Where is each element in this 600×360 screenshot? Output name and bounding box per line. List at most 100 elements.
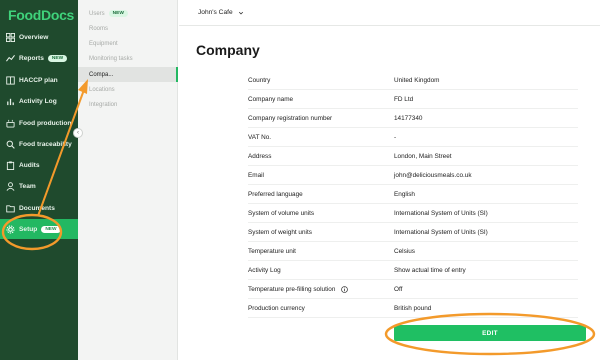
topbar: John's Cafe <box>179 0 600 26</box>
row-divider <box>248 222 578 223</box>
row-divider <box>248 165 578 166</box>
field-label-text: System of weight units <box>248 229 312 236</box>
field-value-temperature-unit: Celsius <box>394 248 415 255</box>
info-icon[interactable] <box>341 286 349 293</box>
folder-icon <box>6 204 15 213</box>
clipboard-icon <box>6 160 15 170</box>
row-divider <box>248 203 578 204</box>
sidebar-item-activity-log[interactable]: Activity Log <box>0 91 78 111</box>
venue-selector[interactable]: John's Cafe <box>198 9 244 16</box>
sidebar-item-label: Audits <box>19 161 40 169</box>
row-divider <box>248 89 578 90</box>
sidebar-item-label: HACCP plan <box>19 76 58 84</box>
subnav-item-users[interactable]: Users NEW <box>78 6 178 21</box>
field-label-text: Country <box>248 77 271 84</box>
subnav-item-locations[interactable]: Locations <box>78 82 178 97</box>
row-divider <box>248 184 578 185</box>
field-value-email: john@deliciousmeals.co.uk <box>394 172 472 179</box>
collapse-sidebar-button[interactable]: ‹ <box>73 128 83 138</box>
field-label-temperature-pre-filling-solution: Temperature pre-filling solution <box>248 286 349 294</box>
chart-icon <box>6 97 15 106</box>
page-title: Company <box>196 42 260 58</box>
sidebar-item-setup[interactable]: Setup NEW <box>0 219 78 239</box>
subnav-item-label: Users <box>89 10 105 17</box>
field-label-temperature-unit: Temperature unit <box>248 248 296 255</box>
sidebar-item-audits[interactable]: Audits <box>0 155 78 175</box>
row-divider <box>248 260 578 261</box>
subnav-item-label: Locations <box>89 86 115 93</box>
field-label-text: Email <box>248 172 264 179</box>
subnav-item-monitoring-tasks[interactable]: Monitoring tasks <box>78 51 178 66</box>
book-icon <box>6 75 15 85</box>
chevron-down-icon <box>238 11 243 14</box>
chevron-left-icon: ‹ <box>77 130 79 136</box>
row-divider <box>248 241 578 242</box>
grid-icon <box>6 32 15 42</box>
sidebar-item-team[interactable]: Team <box>0 176 78 196</box>
sidebar-item-label: Team <box>19 182 36 190</box>
row-divider <box>248 317 578 318</box>
subnav-item-equipment[interactable]: Equipment <box>78 36 178 51</box>
subnav-item-label: Integration <box>89 101 118 108</box>
sidebar-item-documents[interactable]: Documents <box>0 198 78 218</box>
new-badge: NEW <box>47 54 68 62</box>
main-sidebar: FoodDocs Overview Reports NEW HACCP plan… <box>0 0 78 360</box>
field-label-text: VAT No. <box>248 134 272 141</box>
sidebar-item-food-production[interactable]: Food production <box>0 113 78 133</box>
field-value-company-name: FD Ltd <box>394 96 414 103</box>
field-label-activity-log: Activity Log <box>248 267 281 274</box>
field-label-text: Activity Log <box>248 267 281 274</box>
setup-subnav: Users NEW Rooms Equipment Monitoring tas… <box>78 0 178 360</box>
field-value-production-currency: British pound <box>394 305 432 312</box>
subnav-item-label: Monitoring tasks <box>89 55 133 62</box>
row-divider <box>248 146 578 147</box>
sidebar-item-label: Food production <box>19 119 72 127</box>
pot-icon <box>6 119 15 128</box>
subnav-item-company[interactable]: Compa... <box>78 67 178 82</box>
field-label-text: Preferred language <box>248 191 303 198</box>
row-divider <box>248 279 578 280</box>
field-value-vat-no: - <box>394 134 397 141</box>
sidebar-item-food-traceability[interactable]: Food traceability <box>0 134 78 154</box>
field-label-company-registration-number: Company registration number <box>248 115 332 122</box>
field-label-vat-no: VAT No. <box>248 134 271 141</box>
sidebar-item-reports[interactable]: Reports NEW <box>0 48 78 68</box>
field-value-company-registration-number: 14177340 <box>394 115 423 122</box>
sidebar-item-label: Food traceability <box>19 140 72 148</box>
new-badge: NEW <box>41 225 61 233</box>
row-divider <box>248 108 578 109</box>
subnav-item-label: Equipment <box>89 40 118 47</box>
sidebar-item-label: Documents <box>19 204 55 212</box>
sidebar-item-label: Setup <box>19 225 38 233</box>
field-value-system-of-volume-units: International System of Units (SI) <box>394 210 488 217</box>
field-label-company-name: Company name <box>248 96 293 103</box>
search-icon <box>6 140 15 149</box>
field-label-country: Country <box>248 77 270 84</box>
field-value-system-of-weight-units: International System of Units (SI) <box>394 229 488 236</box>
field-label-text: Address <box>248 153 272 160</box>
field-label-text: Company registration number <box>248 115 333 122</box>
venue-name: John's Cafe <box>198 9 233 16</box>
subnav-item-integration[interactable]: Integration <box>78 97 178 112</box>
field-label-text: Temperature pre-filling solution <box>248 286 336 294</box>
field-value-temperature-pre-filling-solution: Off <box>394 286 403 293</box>
field-value-country: United Kingdom <box>394 77 440 84</box>
row-divider <box>248 298 578 299</box>
sidebar-item-haccp-plan[interactable]: HACCP plan <box>0 70 78 90</box>
field-label-system-of-weight-units: System of weight units <box>248 229 312 236</box>
field-label-address: Address <box>248 153 271 160</box>
subnav-item-rooms[interactable]: Rooms <box>78 21 178 36</box>
new-badge: NEW <box>108 10 128 17</box>
field-label-production-currency: Production currency <box>248 305 305 312</box>
field-value-activity-log: Show actual time of entry <box>394 267 466 274</box>
subnav-item-label: Compa... <box>89 71 114 78</box>
sidebar-item-overview[interactable]: Overview <box>0 27 78 47</box>
field-label-text: Production currency <box>248 305 305 312</box>
sidebar-item-label: Reports <box>19 54 44 62</box>
field-label-text: Temperature unit <box>248 248 296 255</box>
field-label-system-of-volume-units: System of volume units <box>248 210 314 217</box>
person-icon <box>6 181 15 191</box>
reports-icon <box>6 54 15 63</box>
app-logo: FoodDocs <box>8 7 75 23</box>
edit-button[interactable]: EDIT <box>394 325 586 341</box>
